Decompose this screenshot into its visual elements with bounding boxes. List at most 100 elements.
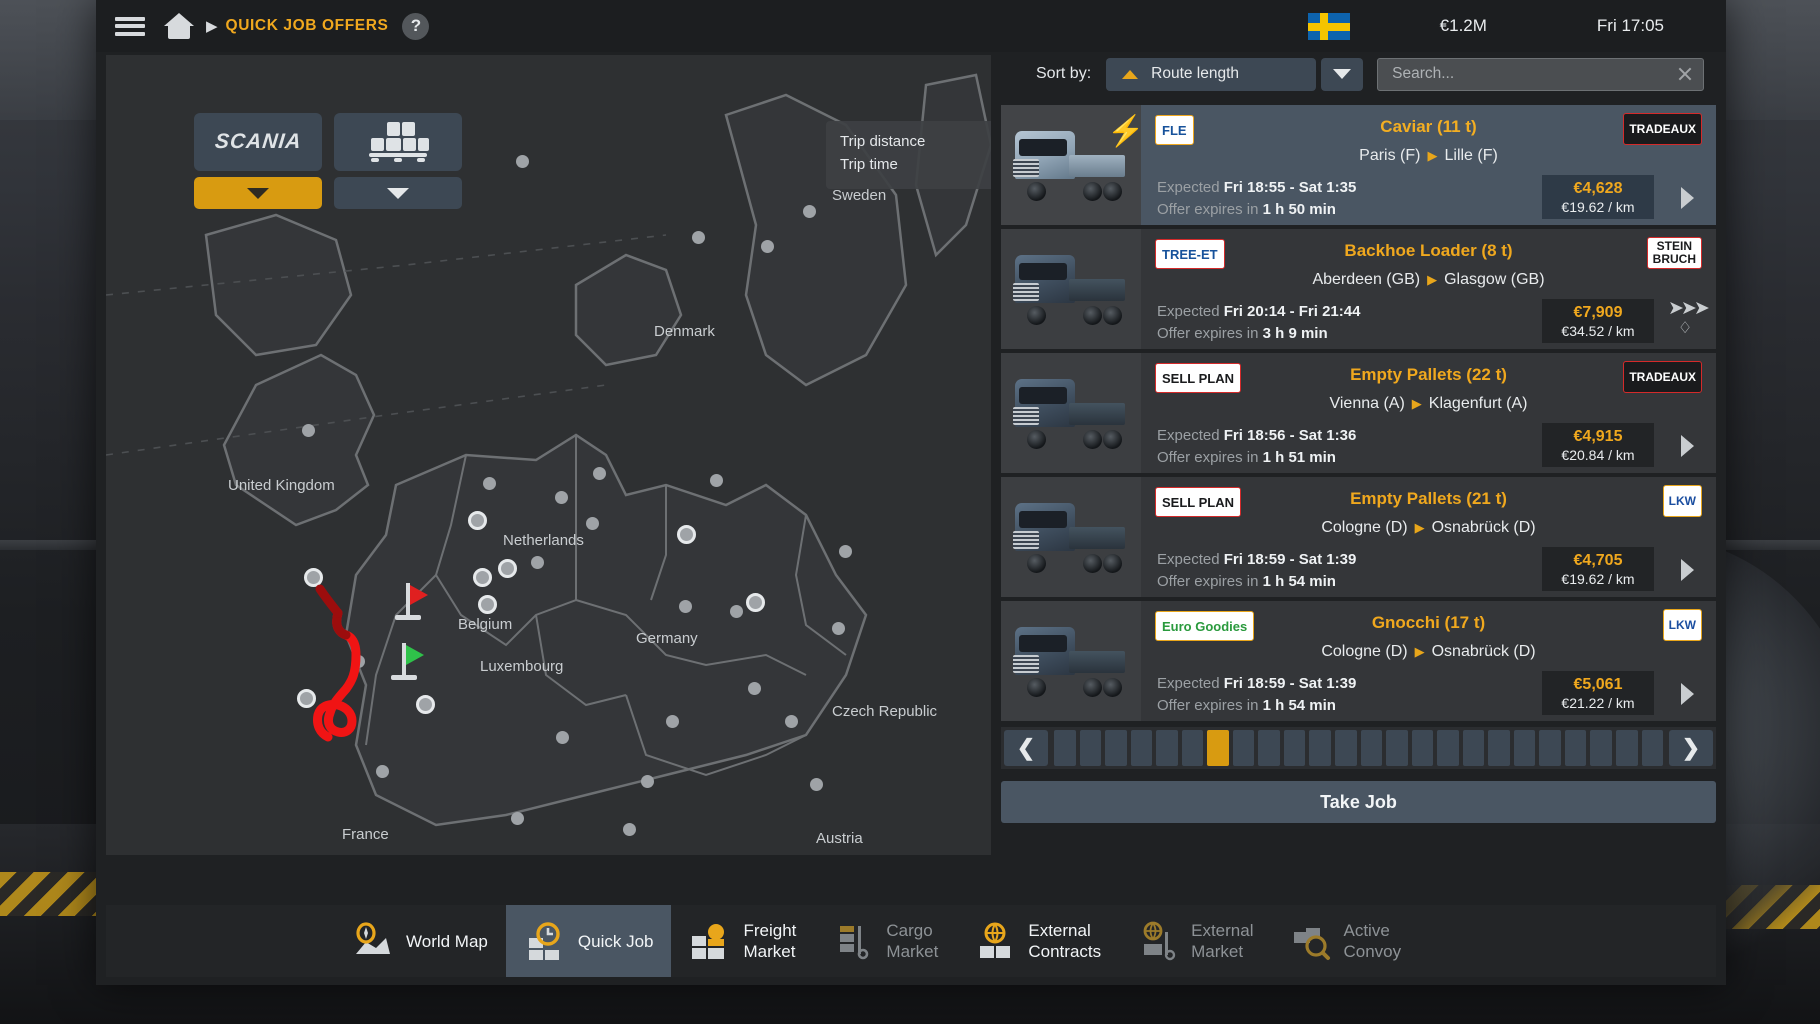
sort-dropdown-button[interactable] (1321, 58, 1363, 91)
map-city-marker[interactable] (677, 525, 696, 544)
map-city-marker[interactable] (416, 695, 435, 714)
pagination-tile[interactable] (1539, 730, 1561, 766)
map-city-marker[interactable] (511, 812, 524, 825)
job-detail-arrow-icon[interactable] (1681, 187, 1694, 209)
map-city-marker[interactable] (516, 155, 529, 168)
pagination-tile[interactable] (1105, 730, 1127, 766)
close-icon[interactable] (1677, 66, 1693, 82)
job-detail-arrow-icon[interactable] (1681, 559, 1694, 581)
menu-icon[interactable] (104, 0, 156, 52)
job-price: €7,909 (1574, 303, 1623, 322)
map-label: Germany (636, 630, 698, 647)
map-city-marker[interactable] (641, 775, 654, 788)
map-city-marker[interactable] (748, 682, 761, 695)
map-city-marker[interactable] (679, 600, 692, 613)
pagination-tile[interactable] (1463, 730, 1485, 766)
map-city-marker[interactable] (555, 491, 568, 504)
map-city-marker[interactable] (839, 545, 852, 558)
job-offer-row[interactable]: TREE-ETSTEINBRUCHBackhoe Loader (8 t)Abe… (1001, 229, 1716, 349)
pagination-tile[interactable] (1488, 730, 1510, 766)
map-city-marker[interactable] (498, 559, 517, 578)
pagination-tile[interactable] (1080, 730, 1102, 766)
map-city-marker[interactable] (376, 765, 389, 778)
map-city-marker[interactable] (473, 568, 492, 587)
job-detail-arrow-icon[interactable] (1681, 435, 1694, 457)
pagination-tile[interactable] (1361, 730, 1383, 766)
map-city-marker[interactable] (302, 424, 315, 437)
pagination-tile[interactable] (1437, 730, 1459, 766)
pagination-tile[interactable] (1233, 730, 1255, 766)
pagination-tile[interactable] (1309, 730, 1331, 766)
pagination-tile[interactable] (1131, 730, 1153, 766)
pagination-tile[interactable] (1565, 730, 1587, 766)
filter-truck-brand-dropdown[interactable] (194, 177, 322, 209)
pagination-tile[interactable] (1182, 730, 1204, 766)
sort-select[interactable]: Route length (1106, 58, 1316, 91)
pagination-tile[interactable] (1207, 730, 1229, 766)
tab-cargo-market[interactable]: CargoMarket (814, 905, 956, 977)
pagination-tile[interactable] (1156, 730, 1178, 766)
pagination-next-button[interactable]: ❯ (1669, 730, 1713, 766)
map-city-marker[interactable] (531, 556, 544, 569)
map-city-marker[interactable] (746, 593, 765, 612)
map-panel[interactable]: SwedenDenmarkUnited KingdomNetherlandsBe… (106, 55, 991, 855)
map-city-marker[interactable] (692, 231, 705, 244)
map-city-marker[interactable] (556, 731, 569, 744)
tab-freight-market[interactable]: FreightMarket (671, 905, 814, 977)
job-offer-row[interactable]: Euro GoodiesLKWGnocchi (17 t)Cologne (D)… (1001, 601, 1716, 721)
map-city-marker[interactable] (832, 622, 845, 635)
map-city-marker[interactable] (761, 240, 774, 253)
map-city-marker[interactable] (730, 605, 743, 618)
map-city-marker[interactable] (810, 778, 823, 791)
pagination-tile[interactable] (1514, 730, 1536, 766)
map-city-marker[interactable] (593, 467, 606, 480)
filter-truck-brand[interactable]: SCANIA (194, 113, 322, 171)
job-offer-row[interactable]: SELL PLANTRADEAUXEmpty Pallets (22 t)Vie… (1001, 353, 1716, 473)
map-city-marker[interactable] (478, 595, 497, 614)
map-city-marker[interactable] (803, 205, 816, 218)
tab-external-contracts[interactable]: ExternalContracts (956, 905, 1119, 977)
map-city-marker[interactable] (352, 655, 365, 668)
filter-trailer-type[interactable] (334, 113, 462, 171)
pagination-tile[interactable] (1284, 730, 1306, 766)
external-contracts-icon (974, 920, 1016, 962)
pagination-tile[interactable] (1412, 730, 1434, 766)
map-city-marker[interactable] (785, 715, 798, 728)
map-city-marker[interactable] (623, 823, 636, 836)
expected-label: Expected (1157, 675, 1220, 692)
pagination-tile[interactable] (1258, 730, 1280, 766)
country-flag-icon (1308, 13, 1350, 40)
map-city-marker[interactable] (297, 689, 316, 708)
pagination-tile[interactable] (1054, 730, 1076, 766)
search-box[interactable] (1377, 58, 1704, 91)
map-city-marker[interactable] (586, 517, 599, 530)
search-input[interactable] (1392, 65, 1677, 83)
tab-label: FreightMarket (743, 920, 796, 962)
map-city-marker[interactable] (468, 511, 487, 530)
pagination-tile[interactable] (1386, 730, 1408, 766)
job-meta: Expected Fri 18:56 - Sat 1:36Offer expir… (1157, 425, 1356, 469)
filter-trailer-dropdown[interactable] (334, 177, 462, 209)
pagination-tile[interactable] (1335, 730, 1357, 766)
pagination-tile[interactable] (1590, 730, 1612, 766)
tab-world-map[interactable]: World Map (334, 905, 506, 977)
job-detail-arrow-icon[interactable] (1681, 683, 1694, 705)
tab-active-convoy[interactable]: ActiveConvoy (1272, 905, 1420, 977)
job-offer-row[interactable]: SELL PLANLKWEmpty Pallets (21 t)Cologne … (1001, 477, 1716, 597)
map-city-marker[interactable] (483, 477, 496, 490)
tab-external-market[interactable]: ExternalMarket (1119, 905, 1271, 977)
tab-quick-job[interactable]: Quick Job (506, 905, 672, 977)
pagination-tile[interactable] (1642, 730, 1664, 766)
job-offer-row[interactable]: ⚡FLETRADEAUXCaviar (11 t)Paris (F)▶Lille… (1001, 105, 1716, 225)
expected-label: Expected (1157, 427, 1220, 444)
take-job-button[interactable]: Take Job (1001, 781, 1716, 823)
help-icon[interactable]: ? (402, 13, 429, 40)
home-icon[interactable] (156, 0, 202, 52)
map-city-marker[interactable] (710, 474, 723, 487)
pagination-prev-button[interactable]: ❮ (1004, 730, 1048, 766)
map-city-marker[interactable] (666, 715, 679, 728)
map-city-marker[interactable] (304, 568, 323, 587)
expected-label: Expected (1157, 551, 1220, 568)
pagination-tile[interactable] (1616, 730, 1638, 766)
game-clock: Fri 17:05 (1597, 16, 1664, 36)
